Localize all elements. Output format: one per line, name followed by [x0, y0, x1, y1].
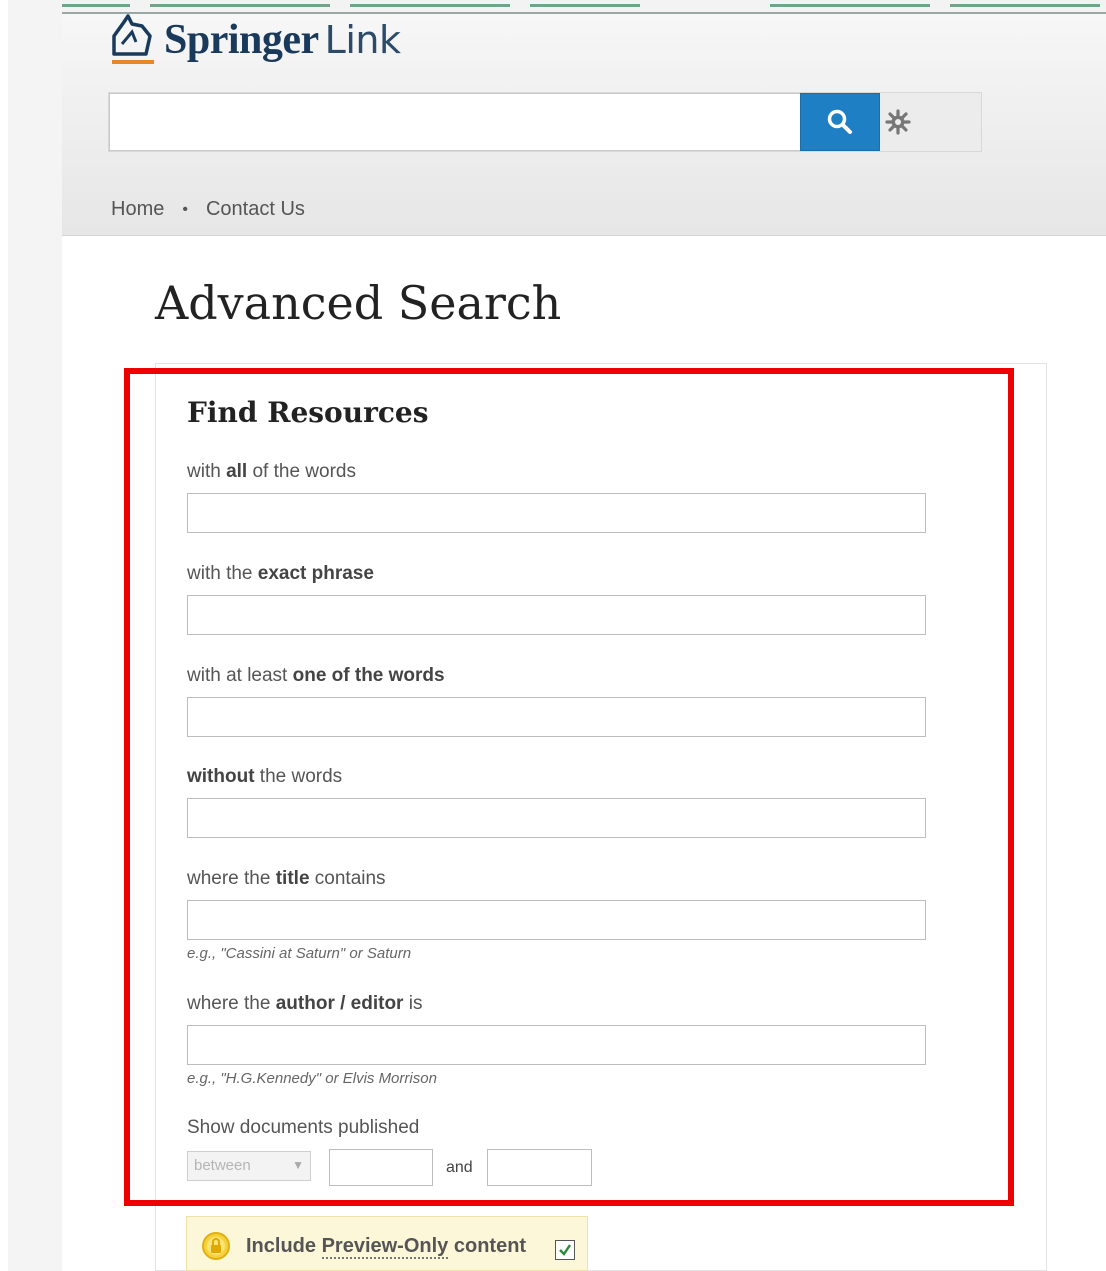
left-gutter — [0, 0, 62, 1271]
all-words-input[interactable] — [187, 493, 926, 533]
section-title: Find Resources — [187, 396, 429, 429]
date-mode-value: between — [194, 1157, 251, 1174]
search-button[interactable] — [800, 93, 880, 151]
without-words-input[interactable] — [187, 798, 926, 838]
date-range-label: Show documents published — [187, 1117, 420, 1138]
preview-only-checkbox[interactable] — [555, 1240, 575, 1260]
and-label: and — [446, 1159, 473, 1176]
springer-link-logo[interactable]: Springer Link — [106, 14, 401, 70]
gear-icon — [885, 109, 911, 135]
brand-product: Link — [324, 18, 401, 62]
brand-name: Springer — [164, 17, 319, 63]
nav-home-link[interactable]: Home — [111, 198, 164, 221]
search-input[interactable] — [109, 93, 801, 151]
title-hint: e.g., "Cassini at Saturn" or Saturn — [187, 945, 412, 962]
author-editor-label: where the author / editor is — [187, 993, 423, 1014]
nav-separator: • — [182, 200, 188, 218]
chevron-down-icon: ▼ — [292, 1158, 304, 1172]
date-to-input[interactable] — [487, 1149, 592, 1186]
preview-only-link[interactable]: Preview-Only — [321, 1235, 449, 1259]
breadcrumb-nav: Home • Contact Us — [111, 198, 305, 221]
checkmark-icon — [559, 1244, 571, 1256]
any-words-label: with at least one of the words — [187, 665, 445, 686]
exact-phrase-label: with the exact phrase — [187, 563, 374, 584]
browser-top-strip — [0, 0, 1106, 14]
any-words-input[interactable] — [187, 697, 926, 737]
preview-lock-icon — [201, 1231, 231, 1261]
author-hint: e.g., "H.G.Kennedy" or Elvis Morrison — [187, 1070, 437, 1087]
nav-contact-link[interactable]: Contact Us — [206, 198, 305, 221]
date-from-input[interactable] — [329, 1149, 433, 1186]
exact-phrase-input[interactable] — [187, 595, 926, 635]
brand-wordmark: Springer Link — [164, 16, 401, 64]
all-words-label: with all of the words — [187, 461, 356, 482]
without-words-label: without the words — [187, 766, 343, 787]
search-settings-button[interactable] — [883, 107, 913, 137]
title-contains-label: where the title contains — [187, 868, 386, 889]
preview-only-label: Include Preview-Only content — [246, 1235, 527, 1259]
date-mode-select[interactable]: between ▼ — [187, 1151, 311, 1181]
left-edge — [0, 0, 8, 1271]
search-icon — [827, 109, 852, 134]
title-contains-input[interactable] — [187, 900, 926, 940]
author-editor-input[interactable] — [187, 1025, 926, 1065]
search-bar — [108, 92, 982, 152]
springer-horse-icon — [106, 14, 158, 68]
page-title: Advanced Search — [155, 276, 562, 330]
preview-only-toggle: Include Preview-Only content — [186, 1216, 588, 1271]
